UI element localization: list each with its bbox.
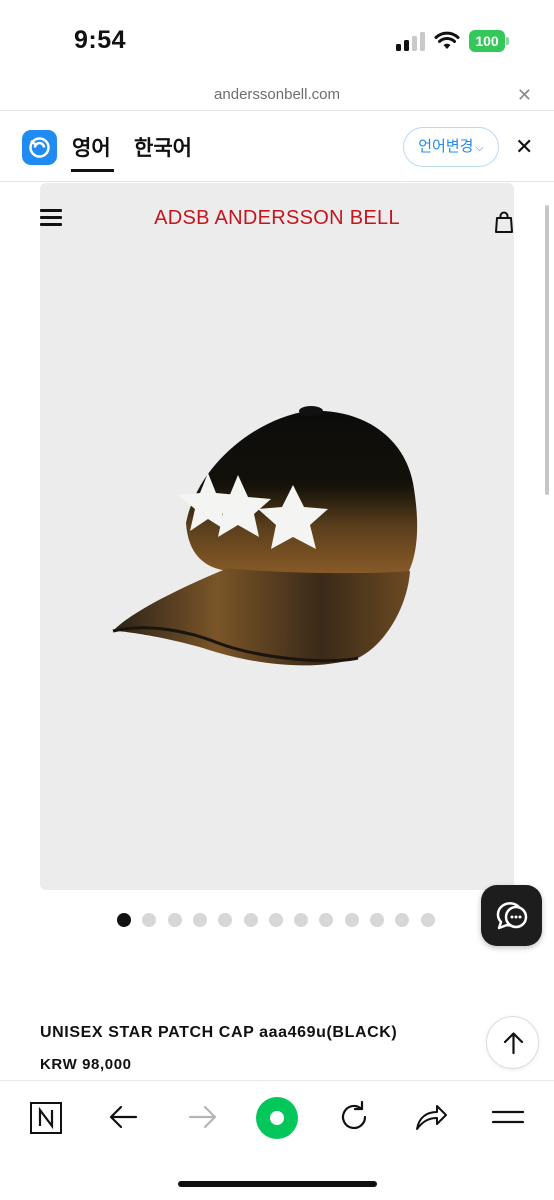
- wifi-icon: [434, 31, 460, 49]
- back-arrow-icon[interactable]: [104, 1097, 144, 1137]
- chevron-down-icon: ⌵: [475, 142, 484, 154]
- chat-button[interactable]: [481, 885, 542, 946]
- carousel-dot[interactable]: [268, 913, 283, 927]
- reload-icon[interactable]: [334, 1097, 374, 1137]
- battery-icon: 100: [469, 30, 509, 52]
- green-circle-icon[interactable]: [255, 1096, 299, 1140]
- naver-icon[interactable]: [26, 1097, 66, 1137]
- brand-logo[interactable]: ADSB ANDERSSON BELL: [40, 207, 514, 230]
- share-icon[interactable]: [411, 1097, 451, 1137]
- forward-arrow-icon[interactable]: [182, 1097, 222, 1137]
- carousel-dot[interactable]: [167, 913, 182, 927]
- url-text[interactable]: anderssonbell.com: [0, 86, 554, 103]
- carousel-dot[interactable]: [117, 913, 131, 927]
- divider: [0, 110, 554, 111]
- change-language-label: 언어변경: [418, 138, 474, 155]
- carousel-dot[interactable]: [243, 913, 258, 927]
- battery-level: 100: [469, 30, 505, 52]
- image-carousel-dots[interactable]: [117, 913, 447, 929]
- close-icon[interactable]: ✕: [517, 85, 532, 106]
- arrow-up-icon: [503, 1032, 524, 1055]
- carousel-dot[interactable]: [319, 913, 334, 927]
- url-bar[interactable]: anderssonbell.com ✕: [0, 80, 554, 110]
- chat-icon: [496, 902, 528, 930]
- active-tab-indicator: [71, 169, 114, 172]
- carousel-dot[interactable]: [142, 913, 157, 927]
- close-translate-icon[interactable]: ✕: [515, 134, 533, 160]
- translate-bar: 영어 한국어 언어변경 ⌵ ✕: [0, 112, 554, 180]
- status-time: 9:54: [74, 26, 127, 54]
- carousel-dot[interactable]: [395, 913, 410, 927]
- cellular-signal-icon: [396, 31, 426, 51]
- carousel-dot[interactable]: [420, 913, 435, 927]
- home-indicator: [178, 1181, 377, 1187]
- tab-english[interactable]: 영어: [72, 132, 111, 162]
- menu-lines-icon[interactable]: [488, 1097, 528, 1137]
- change-language-button[interactable]: 언어변경 ⌵: [403, 127, 499, 167]
- tab-korean[interactable]: 한국어: [134, 132, 192, 162]
- scroll-to-top-button[interactable]: [486, 1016, 539, 1069]
- carousel-dot[interactable]: [192, 913, 207, 927]
- product-cap-image: [112, 406, 418, 666]
- translate-app-icon[interactable]: [22, 130, 57, 165]
- carousel-dot[interactable]: [370, 913, 384, 927]
- shopping-bag-icon[interactable]: [494, 210, 514, 234]
- scrollbar[interactable]: [545, 205, 549, 495]
- carousel-dot[interactable]: [344, 913, 359, 927]
- product-image-panel[interactable]: ADSB ANDERSSON BELL: [40, 183, 514, 890]
- product-name: UNISEX STAR PATCH CAP aaa469u(BLACK): [40, 1024, 398, 1041]
- status-bar: 9:54 100: [0, 0, 554, 80]
- product-price: KRW 98,000: [40, 1056, 132, 1073]
- carousel-dot[interactable]: [218, 913, 233, 927]
- carousel-dot[interactable]: [294, 913, 309, 927]
- divider: [0, 181, 554, 182]
